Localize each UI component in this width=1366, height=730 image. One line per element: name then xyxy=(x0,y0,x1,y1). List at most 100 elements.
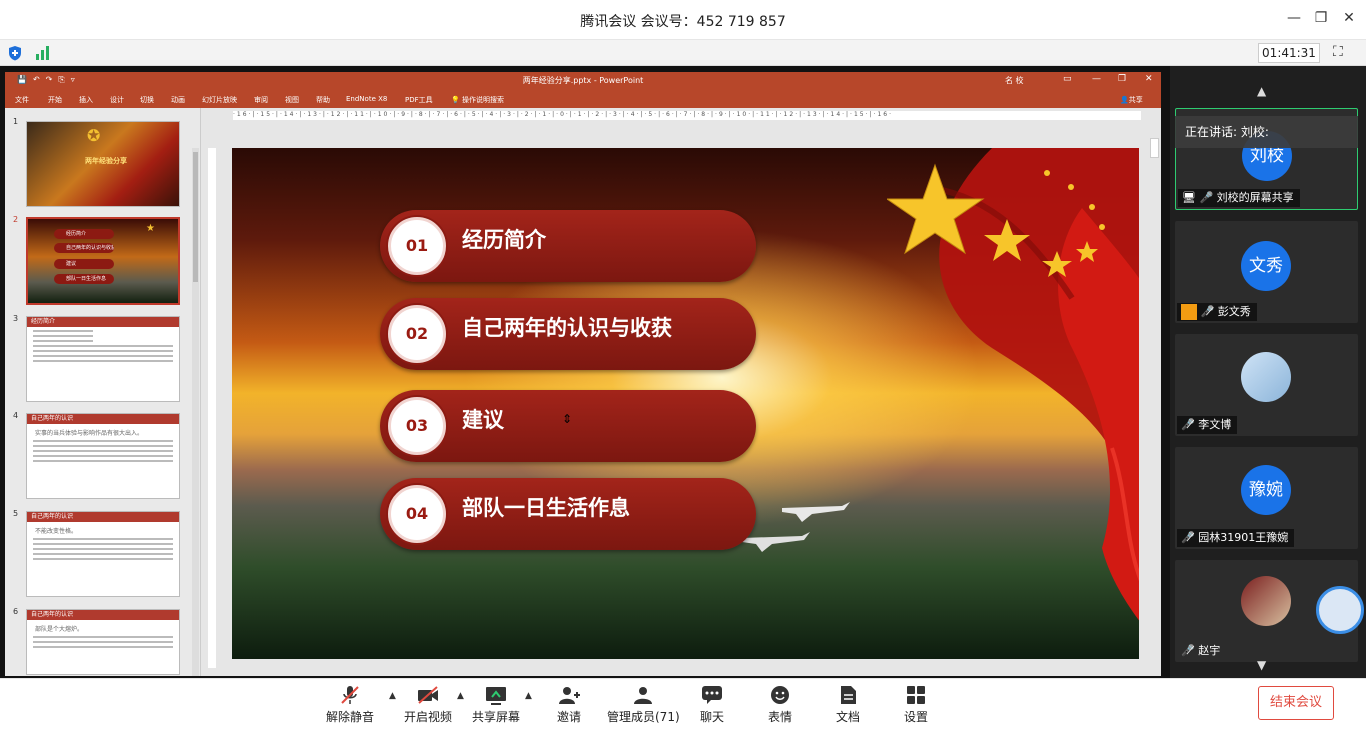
minimize-icon[interactable]: — xyxy=(1284,10,1304,26)
thumb-2-item-1: 经历简介 xyxy=(54,229,114,239)
muted-mic-icon: 🎤̸ xyxy=(1181,418,1195,431)
thumb-6-line xyxy=(33,646,173,648)
thumb-5-line xyxy=(33,543,173,545)
agenda-item-1-badge: 01 xyxy=(388,217,446,275)
slide-thumb-4[interactable]: 自己两年的认识 实事的当兵体验与影响作品有很大出入。 xyxy=(26,413,180,499)
window-title: 腾讯会议 会议号：452 719 857 xyxy=(580,14,786,30)
restore-icon[interactable]: ❐ xyxy=(1311,10,1331,26)
agenda-item-2[interactable]: 02 自己两年的认识与收获 xyxy=(380,298,756,370)
video-options-caret-icon[interactable]: ▲ xyxy=(457,691,464,701)
participant-tile-3[interactable]: 🎤̸ 李文博 xyxy=(1175,334,1358,436)
ppt-share-label: 共享 xyxy=(1128,96,1143,104)
agenda-item-3-number: 03 xyxy=(405,416,429,435)
agenda-item-3-text: 建议 xyxy=(462,408,504,432)
participant-tile-2[interactable]: 文秀 🎤̸ 彭文秀 xyxy=(1175,221,1358,323)
reactions-button[interactable]: 表情 xyxy=(768,685,792,725)
documents-button[interactable]: 文档 xyxy=(836,685,860,725)
thumbnail-scroll-thumb[interactable] xyxy=(193,152,198,282)
participant-2-name-tag: 🎤̸ 彭文秀 xyxy=(1177,303,1257,321)
jet-icon xyxy=(742,532,810,552)
ppt-menu-animations[interactable]: 动画 xyxy=(171,95,185,105)
thumb-number-2: 2 xyxy=(13,215,19,224)
signal-icon[interactable] xyxy=(34,45,50,61)
manage-members-button[interactable]: 管理成员(71) xyxy=(607,685,680,725)
document-icon xyxy=(841,686,856,704)
ppt-menu-pdf[interactable]: PDF工具 xyxy=(405,95,433,105)
thumb-3-line xyxy=(33,355,173,357)
fullscreen-icon[interactable]: ⛶ xyxy=(1333,44,1343,60)
ppt-ribbon-display-icon[interactable]: ▭ xyxy=(1063,74,1072,84)
agenda-item-2-number: 02 xyxy=(405,324,429,343)
agenda-item-2-badge: 02 xyxy=(388,305,446,363)
agenda-item-1[interactable]: 01 经历简介 xyxy=(380,210,756,282)
slide-thumb-3[interactable]: 经历简介 xyxy=(26,316,180,402)
share-options-caret-icon[interactable]: ▲ xyxy=(525,691,532,701)
ppt-menu-help[interactable]: 帮助 xyxy=(316,95,330,105)
ppt-restore-icon[interactable]: ❐ xyxy=(1118,74,1126,84)
agenda-item-1-text: 经历简介 xyxy=(462,228,546,252)
thumb-5-line xyxy=(33,558,173,560)
close-icon[interactable]: ✕ xyxy=(1339,10,1359,26)
slide-thumb-2[interactable]: 经历简介 自己两年的认识与收获 建议 部队一日生活作息 ★ xyxy=(26,217,180,305)
share-screen-label: 共享屏幕 xyxy=(472,710,521,724)
end-meeting-button[interactable]: 结束会议 xyxy=(1258,686,1334,720)
ppt-close-icon[interactable]: ✕ xyxy=(1145,74,1153,84)
unmute-button[interactable]: 解除静音 xyxy=(326,685,374,725)
agenda-item-4-number: 04 xyxy=(405,504,429,523)
ppt-menu-transitions[interactable]: 切换 xyxy=(140,95,154,105)
share-screen-button[interactable]: 共享屏幕 xyxy=(472,685,520,725)
camera-off-icon xyxy=(418,686,438,704)
invite-button[interactable]: 邀请 xyxy=(557,685,581,725)
ppt-ribbon: 💾↶↷⎘▿ 两年经验分享.pptx - PowerPoint 名 校 ▭ — ❐… xyxy=(5,72,1161,108)
thumb-3-line xyxy=(33,330,93,332)
slide-thumb-5[interactable]: 自己两年的认识 不能改变性格。 xyxy=(26,511,180,597)
documents-label: 文档 xyxy=(836,710,861,724)
participant-2-user-icon xyxy=(1181,304,1197,320)
chat-button[interactable]: 聊天 xyxy=(700,685,724,725)
slide-thumb-1[interactable]: 两年经验分享 ✪ xyxy=(26,121,180,207)
muted-mic-icon: 🎤̸ xyxy=(1181,531,1195,544)
ppt-menu-file[interactable]: 文件 xyxy=(15,95,29,105)
scroll-up-icon[interactable]: ▲ xyxy=(1257,84,1266,98)
members-icon xyxy=(634,687,653,704)
security-shield-icon[interactable] xyxy=(7,45,23,61)
video-button[interactable]: 开启视频 xyxy=(404,685,452,725)
participant-tile-4[interactable]: 豫婉 🎤̸ 园林31901王豫婉 xyxy=(1175,447,1358,549)
ppt-menu-view[interactable]: 视图 xyxy=(285,95,299,105)
agenda-item-4[interactable]: 04 部队一日生活作息 xyxy=(380,478,756,550)
participant-2-name: 彭文秀 xyxy=(1217,305,1251,318)
slide-scroll-thumb[interactable] xyxy=(1150,138,1159,158)
slide-canvas[interactable]: 01 经历简介 02 自己两年的认识与收获 03 建议 04 部队一日生活作息 … xyxy=(232,148,1139,659)
horizontal-ruler: ·16·|·15·|·14·|·13·|·12·|·11·|·10·|·9·|·… xyxy=(233,111,1141,120)
muted-mic-icon: 🎤̸ xyxy=(1181,644,1195,657)
participant-5-name: 赵宇 xyxy=(1198,644,1221,657)
ppt-share-button[interactable]: 👤共享 xyxy=(1120,95,1143,105)
thumb-number-1: 1 xyxy=(13,117,19,126)
ppt-menu-home[interactable]: 开始 xyxy=(48,95,62,105)
participant-1-name: 刘校的屏幕共享 xyxy=(1216,191,1294,204)
slide-thumb-6[interactable]: 自己两年的认识 部队是个大熔炉。 xyxy=(26,609,180,675)
ppt-menu-insert[interactable]: 插入 xyxy=(79,95,93,105)
ppt-menu-design[interactable]: 设计 xyxy=(110,95,124,105)
ppt-menu-endnote[interactable]: EndNote X8 xyxy=(346,95,387,103)
thumb-2-star-icon: ★ xyxy=(146,223,155,234)
ppt-menu-slideshow[interactable]: 幻灯片放映 xyxy=(202,95,237,105)
settings-button[interactable]: 设置 xyxy=(904,685,928,725)
thumb-6-header: 自己两年的认识 xyxy=(27,610,179,620)
ppt-tell-me-search[interactable]: 💡 操作说明搜索 xyxy=(451,95,504,105)
scroll-down-icon[interactable]: ▼ xyxy=(1257,658,1266,672)
thumbnail-scrollbar[interactable] xyxy=(192,148,199,676)
ppt-user-name[interactable]: 名 校 xyxy=(1005,75,1024,86)
floating-assistant-icon[interactable] xyxy=(1316,586,1364,634)
status-bar: 01:41:31 ⛶ xyxy=(0,40,1366,66)
thumb-5-line xyxy=(33,553,173,555)
muted-mic-icon: 🎤̸ xyxy=(1200,305,1215,318)
chat-icon xyxy=(702,686,722,704)
ppt-menu-bar: 文件 开始 插入 设计 切换 动画 幻灯片放映 审阅 视图 帮助 EndNote… xyxy=(5,94,1161,108)
audio-options-caret-icon[interactable]: ▲ xyxy=(389,691,396,701)
thumb-1-emblem-icon: ✪ xyxy=(87,126,101,145)
ppt-menu-review[interactable]: 审阅 xyxy=(254,95,268,105)
agenda-item-3[interactable]: 03 建议 xyxy=(380,390,756,462)
thumb-6-subtitle: 部队是个大熔炉。 xyxy=(35,626,84,633)
ppt-minimize-icon[interactable]: — xyxy=(1092,74,1101,84)
